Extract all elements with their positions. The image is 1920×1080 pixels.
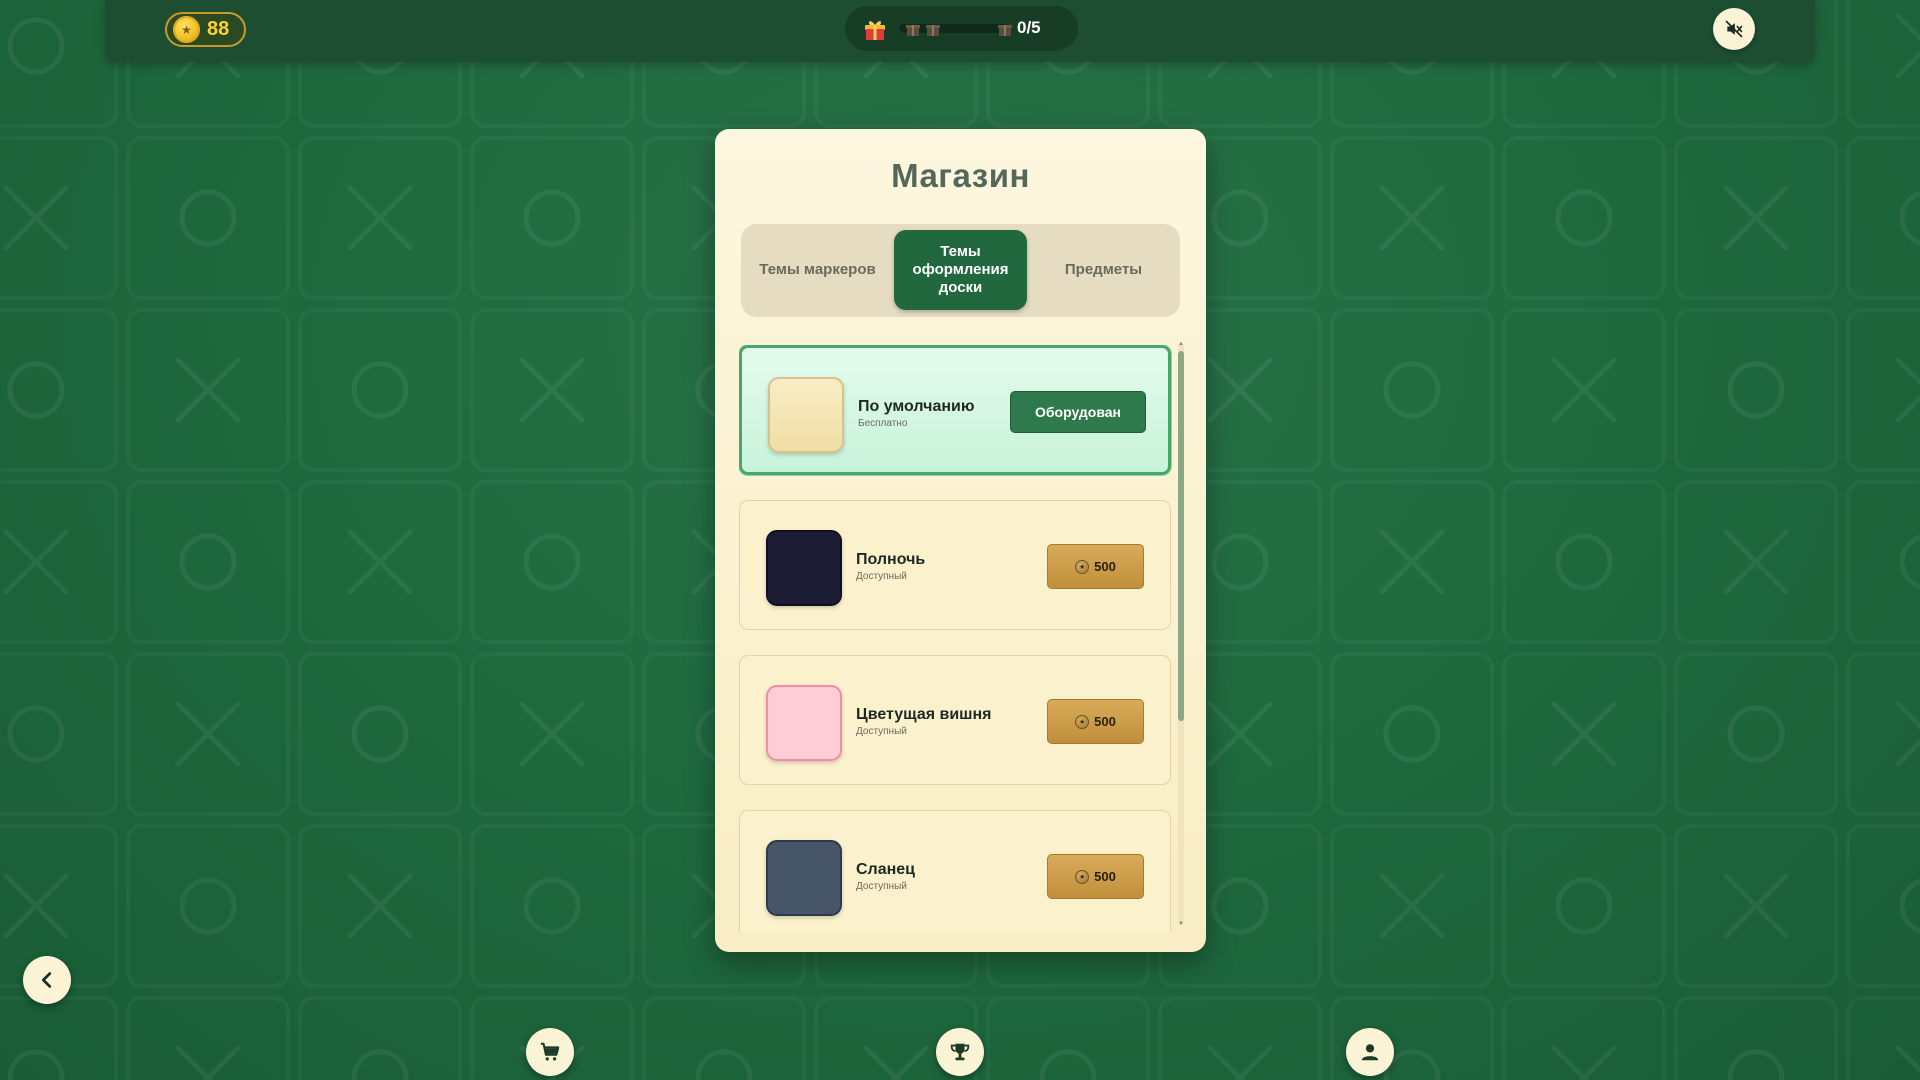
list-item-cherry-blossom[interactable]: Цветущая вишня Доступный ★ 500 <box>739 655 1171 785</box>
shopping-cart-icon <box>540 1042 560 1061</box>
back-button[interactable] <box>23 956 71 1004</box>
tab-board-themes[interactable]: Темы оформления доски <box>894 230 1027 310</box>
price-label: 500 <box>1094 869 1116 884</box>
coin-count: 88 <box>207 18 230 40</box>
coin-icon: ★ <box>1075 714 1090 729</box>
item-name: Полночь <box>856 551 926 568</box>
gift-milestone-icon <box>906 25 920 36</box>
theme-list: По умолчанию Бесплатно Оборудован Полноч… <box>739 345 1184 932</box>
tab-marker-themes[interactable]: Темы маркеров <box>751 230 884 310</box>
item-status: Доступный <box>856 726 907 737</box>
list-item-default[interactable]: По умолчанию Бесплатно Оборудован <box>739 345 1171 475</box>
profile-nav-button[interactable] <box>1346 1028 1394 1076</box>
gift-milestone-icon <box>998 25 1012 36</box>
coin-icon: ★ <box>173 16 200 43</box>
coin-icon: ★ <box>1075 869 1090 884</box>
scroll-up-icon[interactable]: ▲ <box>1178 341 1184 347</box>
item-name: По умолчанию <box>858 398 975 415</box>
theme-swatch <box>766 530 842 606</box>
shop-nav-button[interactable] <box>526 1028 574 1076</box>
shop-tabs: Темы маркеров Темы оформления доски Пред… <box>741 224 1180 317</box>
speaker-muted-icon <box>1725 20 1743 38</box>
leaderboard-nav-button[interactable] <box>936 1028 984 1076</box>
item-name: Цветущая вишня <box>856 706 992 723</box>
item-status: Бесплатно <box>858 418 908 429</box>
coin-balance: ★ 88 <box>165 12 246 47</box>
theme-swatch <box>768 377 844 453</box>
gift-milestone-icon <box>926 25 940 36</box>
shop-title: Магазин <box>891 157 1030 194</box>
scroll-down-icon[interactable]: ▼ <box>1178 921 1184 927</box>
gift-progress-count: 0/5 <box>1017 18 1041 37</box>
scroll-thumb[interactable] <box>1178 351 1184 721</box>
buy-button[interactable]: ★ 500 <box>1047 699 1144 744</box>
equipped-button[interactable]: Оборудован <box>1010 391 1146 433</box>
theme-list-scrollbar[interactable]: ▲ ▼ <box>1178 341 1184 927</box>
trophy-icon <box>950 1043 970 1061</box>
theme-swatch <box>766 840 842 916</box>
price-label: 500 <box>1094 714 1116 729</box>
chevron-left-icon <box>41 972 52 988</box>
tab-items[interactable]: Предметы <box>1037 230 1170 310</box>
coin-icon: ★ <box>1075 559 1090 574</box>
buy-button[interactable]: ★ 500 <box>1047 544 1144 589</box>
theme-swatch <box>766 685 842 761</box>
item-name: Сланец <box>856 861 916 878</box>
list-item-slate[interactable]: Сланец Доступный ★ 500 <box>739 810 1171 932</box>
user-icon <box>1361 1044 1379 1061</box>
item-status: Доступный <box>856 881 907 892</box>
item-status: Доступный <box>856 571 907 582</box>
list-item-midnight[interactable]: Полночь Доступный ★ 500 <box>739 500 1171 630</box>
buy-button[interactable]: ★ 500 <box>1047 854 1144 899</box>
gift-progress[interactable]: 0/5 <box>845 6 1078 51</box>
shop-panel: Магазин Темы маркеров Темы оформления до… <box>715 129 1206 952</box>
gift-icon <box>865 21 885 40</box>
top-bar: ★ 88 0/5 <box>105 0 1815 62</box>
mute-button[interactable] <box>1713 8 1755 50</box>
price-label: 500 <box>1094 559 1116 574</box>
